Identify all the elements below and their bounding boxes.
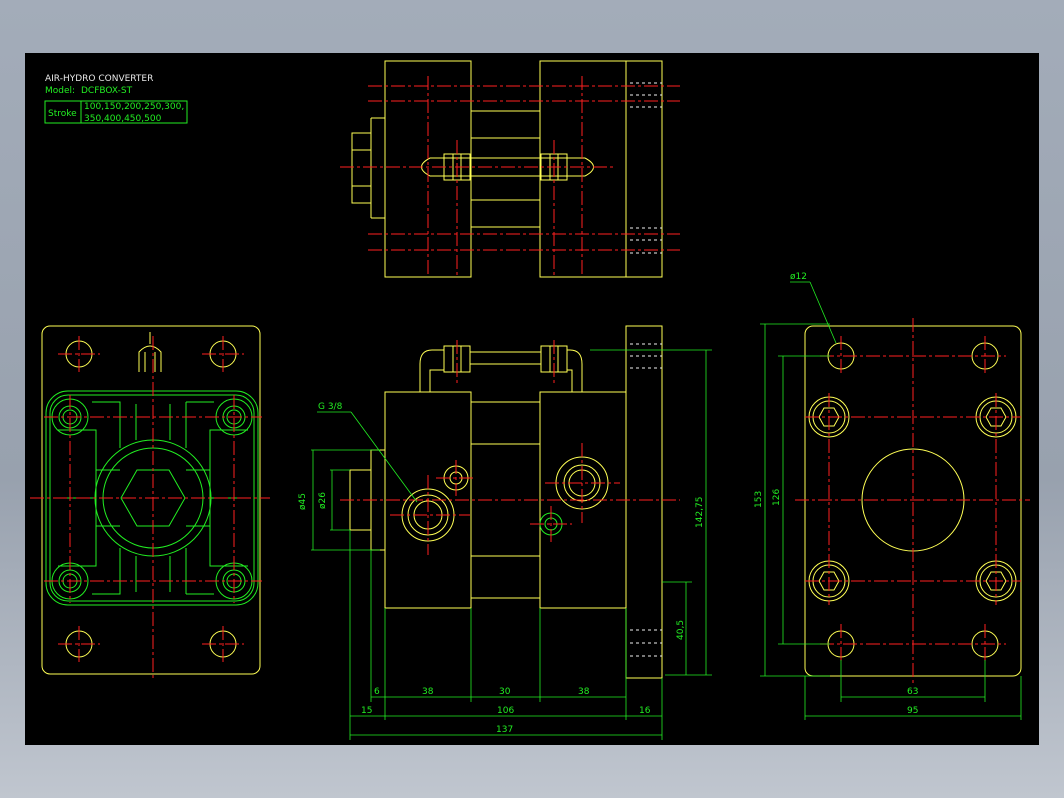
dim-d45: ø45 xyxy=(298,493,308,510)
left-end-view xyxy=(30,325,270,680)
dim-63: 63 xyxy=(907,687,918,697)
right-end-view xyxy=(795,318,1030,686)
dim-126: 126 xyxy=(772,489,782,506)
dim-15: 15 xyxy=(361,706,372,716)
cad-drawing: AIR-HYDRO CONVERTER Model: DCFBOX-ST Str… xyxy=(30,60,1030,740)
dim-40-5: 40,5 xyxy=(676,620,686,640)
stroke-values-1: 100,150,200,250,300, xyxy=(84,102,184,112)
dim-30: 30 xyxy=(499,687,511,697)
hole-dia-label: ø12 xyxy=(790,272,807,282)
dim-6: 6 xyxy=(374,687,380,697)
dim-153: 153 xyxy=(754,491,764,508)
dim-106: 106 xyxy=(497,706,514,716)
dim-d26: ø26 xyxy=(318,492,328,509)
dim-38-a: 38 xyxy=(422,687,434,697)
top-view xyxy=(340,60,680,278)
title-block: AIR-HYDRO CONVERTER Model: DCFBOX-ST Str… xyxy=(44,74,188,124)
title-text: AIR-HYDRO CONVERTER xyxy=(45,74,153,84)
dim-95: 95 xyxy=(907,706,918,716)
dim-142-75: 142,75 xyxy=(695,497,705,529)
dim-16: 16 xyxy=(639,706,651,716)
model-value: DCFBOX-ST xyxy=(81,86,133,96)
model-label: Model: xyxy=(45,86,75,96)
drawing-canvas: AIR-HYDRO CONVERTER Model: DCFBOX-ST Str… xyxy=(25,53,1039,745)
dim-137: 137 xyxy=(496,725,513,735)
thread-label: G 3/8 xyxy=(318,402,343,412)
stroke-values-2: 350,400,450,500 xyxy=(84,114,162,124)
front-view xyxy=(340,325,680,679)
dim-38-b: 38 xyxy=(578,687,590,697)
stroke-label: Stroke xyxy=(48,109,77,119)
